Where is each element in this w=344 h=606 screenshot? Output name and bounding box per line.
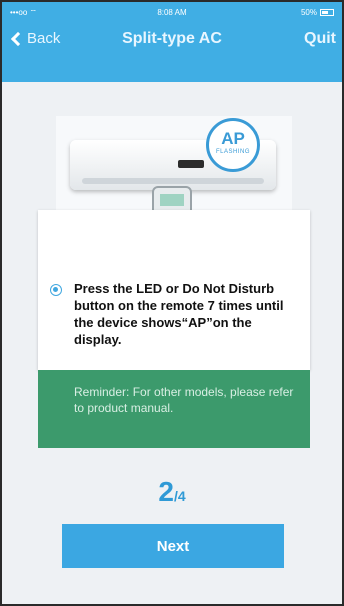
instruction-card: Press the LED or Do Not Disturb button o… — [38, 210, 310, 370]
radio-selected-icon — [50, 284, 62, 296]
remote-screen — [160, 194, 184, 206]
reminder-box: Reminder: For other models, please refer… — [38, 370, 310, 448]
quit-button[interactable]: Quit — [304, 30, 336, 48]
step-indicator: 2/4 — [2, 476, 342, 508]
ap-badge-subtext: FLASHING — [215, 149, 250, 155]
ac-display — [178, 160, 204, 168]
reminder-text: Reminder: For other models, please refer… — [74, 385, 294, 415]
phone-screen: •••oo ⌔ 8:08 AM 50% Back Split-type AC Q… — [0, 0, 344, 606]
instruction-text: Press the LED or Do Not Disturb button o… — [74, 281, 284, 347]
ap-flashing-badge: AP FLASHING — [206, 118, 260, 172]
step-total: 4 — [177, 488, 186, 504]
step-current: 2 — [158, 476, 174, 507]
battery-indicator: 50% — [301, 8, 334, 17]
ac-vent — [82, 178, 264, 184]
page-title: Split-type AC — [122, 30, 222, 47]
ap-badge-text: AP — [221, 129, 245, 148]
next-button[interactable]: Next — [62, 524, 284, 568]
status-bar: •••oo ⌔ 8:08 AM 50% — [2, 8, 342, 20]
status-time: 8:08 AM — [157, 8, 187, 17]
app-header: •••oo ⌔ 8:08 AM 50% Back Split-type AC Q… — [2, 2, 342, 82]
battery-icon — [320, 9, 334, 16]
nav-bar: Back Split-type AC Quit — [2, 28, 342, 54]
battery-percent: 50% — [300, 8, 317, 17]
